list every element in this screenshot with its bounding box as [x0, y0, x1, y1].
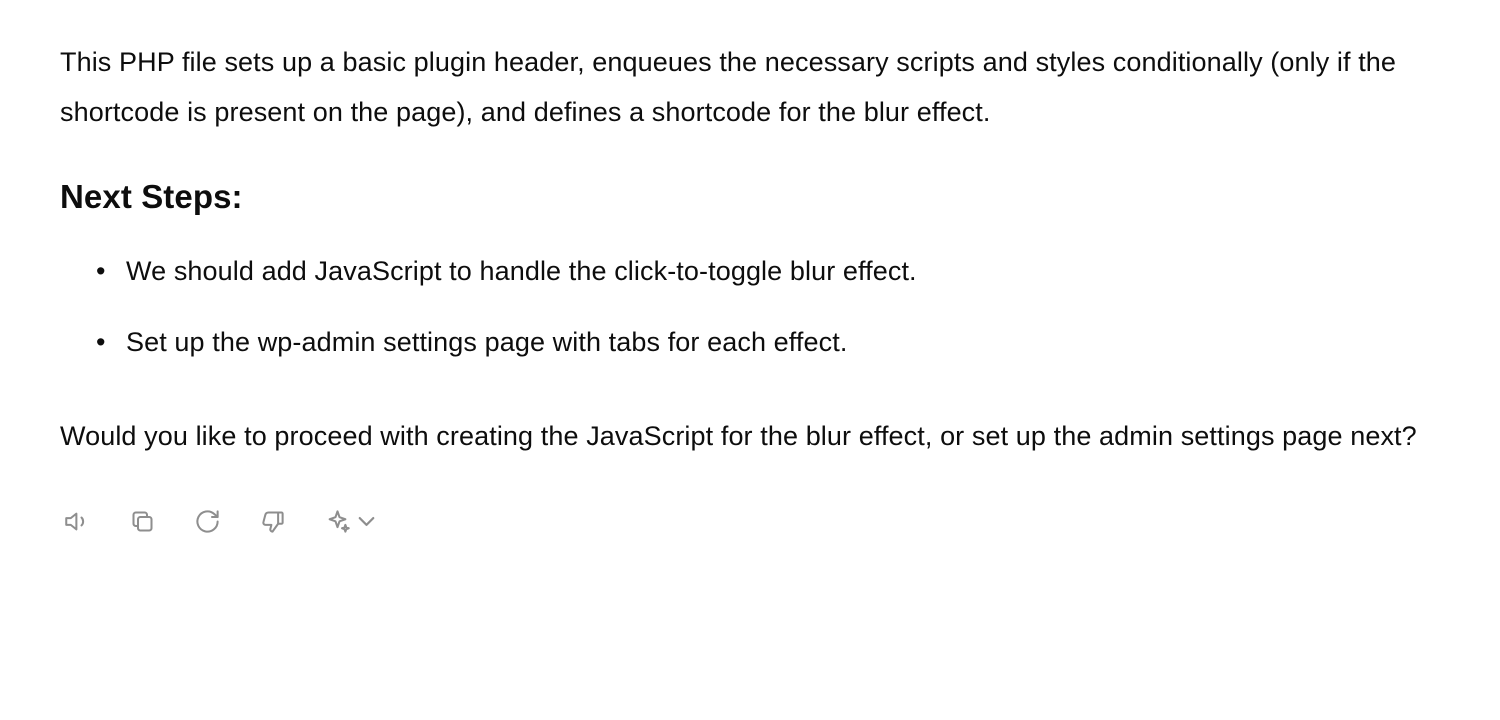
- speaker-icon: [64, 508, 91, 538]
- list-item: Set up the wp-admin settings page with t…: [96, 321, 1440, 364]
- assistant-message: This PHP file sets up a basic plugin hea…: [60, 38, 1440, 542]
- regenerate-button[interactable]: [190, 504, 225, 542]
- dislike-button[interactable]: [255, 504, 290, 542]
- refresh-icon: [194, 508, 221, 538]
- sparkle-icon: [324, 508, 351, 538]
- sparkle-button[interactable]: [320, 504, 384, 542]
- intro-paragraph: This PHP file sets up a basic plugin hea…: [60, 38, 1440, 138]
- chevron-down-icon: [353, 508, 380, 538]
- list-item: We should add JavaScript to handle the c…: [96, 250, 1440, 293]
- speaker-button[interactable]: [60, 504, 95, 542]
- message-action-bar: [60, 504, 1440, 542]
- thumbs-down-icon: [259, 508, 286, 538]
- copy-button[interactable]: [125, 504, 160, 542]
- copy-icon: [129, 508, 156, 538]
- next-steps-list: We should add JavaScript to handle the c…: [60, 250, 1440, 364]
- next-steps-heading: Next Steps:: [60, 178, 1440, 216]
- outro-paragraph: Would you like to proceed with creating …: [60, 412, 1440, 462]
